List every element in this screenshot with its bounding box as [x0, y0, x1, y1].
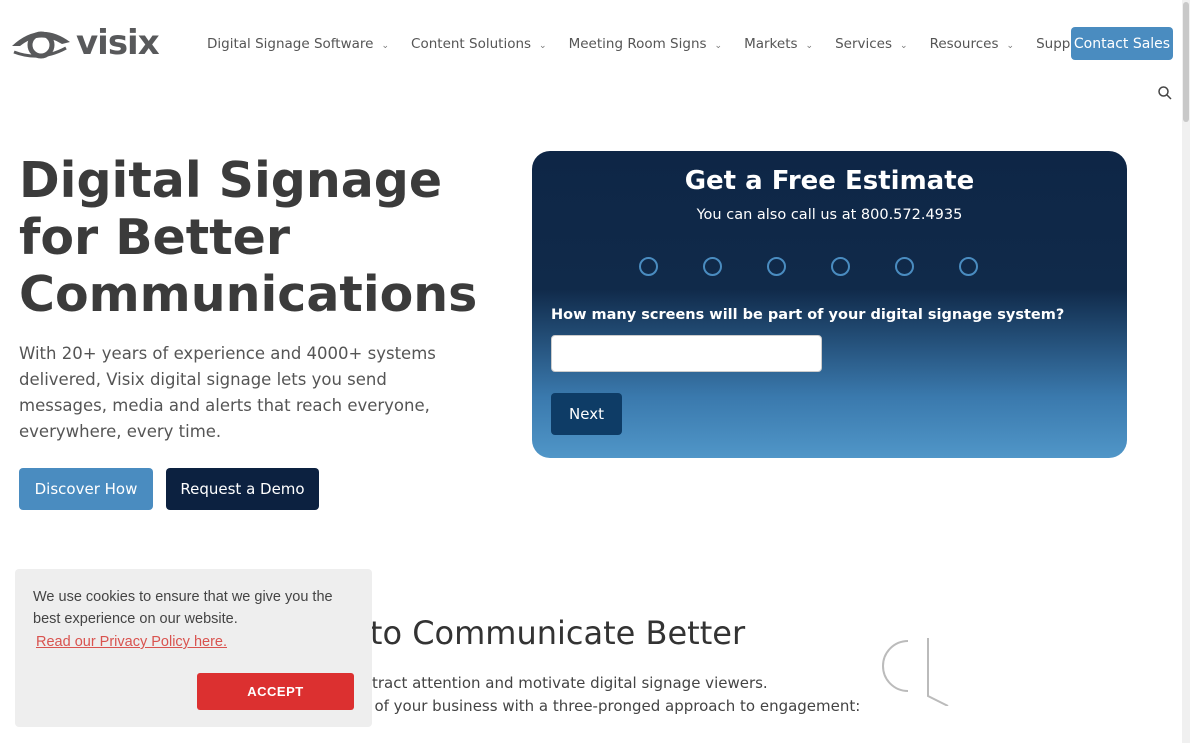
revain-logo-icon — [882, 638, 949, 706]
step-dot — [895, 257, 914, 276]
step-indicator — [639, 257, 978, 276]
chevron-down-icon: ⌄ — [381, 41, 390, 51]
revain-watermark — [878, 636, 952, 706]
privacy-policy-link[interactable]: Read our Privacy Policy here. — [36, 634, 227, 650]
chevron-down-icon: ⌄ — [714, 41, 723, 51]
menu-label: Meeting Room Signs — [568, 36, 707, 52]
logo-text: visix — [76, 23, 160, 63]
menu-label: Services — [835, 36, 893, 52]
menu-digital-signage-software[interactable]: Digital Signage Software ⌄ — [207, 36, 389, 52]
step-dot — [959, 257, 978, 276]
step-dot — [639, 257, 658, 276]
step-dot — [831, 257, 850, 276]
cookie-text: We use cookies to ensure that we give yo… — [33, 589, 333, 627]
contact-sales-button[interactable]: Contact Sales — [1071, 27, 1173, 60]
request-demo-button[interactable]: Request a Demo — [166, 468, 319, 510]
scrollbar[interactable] — [1182, 0, 1190, 743]
search-icon[interactable] — [1158, 86, 1172, 100]
menu-resources[interactable]: Resources ⌄ — [930, 36, 1015, 52]
step-dot — [703, 257, 722, 276]
cookie-banner: We use cookies to ensure that we give yo… — [15, 569, 372, 727]
hero-description: With 20+ years of experience and 4000+ s… — [19, 344, 436, 441]
discover-how-button[interactable]: Discover How — [19, 468, 153, 510]
step-dot — [767, 257, 786, 276]
screens-question: How many screens will be part of your di… — [551, 307, 1065, 323]
accept-cookies-button[interactable]: ACCEPT — [197, 673, 354, 710]
menu-services[interactable]: Services ⌄ — [835, 36, 907, 52]
chevron-down-icon: ⌄ — [805, 41, 814, 51]
estimate-subtitle: You can also call us at 800.572.4935 — [696, 207, 963, 223]
eye-logo-icon — [12, 31, 70, 59]
scrollbar-thumb[interactable] — [1183, 2, 1189, 122]
estimate-form: Get a Free Estimate You can also call us… — [532, 151, 1127, 458]
hero-title: Digital Signage for Better Communication… — [19, 152, 478, 323]
next-button[interactable]: Next — [551, 393, 622, 435]
menu-label: Digital Signage Software — [207, 36, 374, 52]
chevron-down-icon: ⌄ — [900, 41, 908, 51]
main-menu: Digital Signage Software ⌄ Content Soluti… — [207, 36, 1127, 52]
visix-logo[interactable]: visix — [10, 23, 160, 63]
top-navigation: visix Digital Signage Software ⌄ Content … — [0, 26, 1180, 62]
chevron-down-icon: ⌄ — [1006, 41, 1015, 51]
chevron-down-icon: ⌄ — [539, 41, 547, 51]
estimate-title: Get a Free Estimate — [684, 166, 975, 196]
menu-markets[interactable]: Markets ⌄ — [744, 36, 813, 52]
menu-meeting-room-signs[interactable]: Meeting Room Signs ⌄ — [569, 36, 722, 52]
screens-input[interactable] — [551, 335, 822, 372]
menu-label: Markets — [744, 36, 798, 52]
menu-label: Resources — [929, 36, 999, 52]
menu-label: Content Solutions — [411, 36, 532, 52]
menu-content-solutions[interactable]: Content Solutions ⌄ — [411, 36, 547, 52]
